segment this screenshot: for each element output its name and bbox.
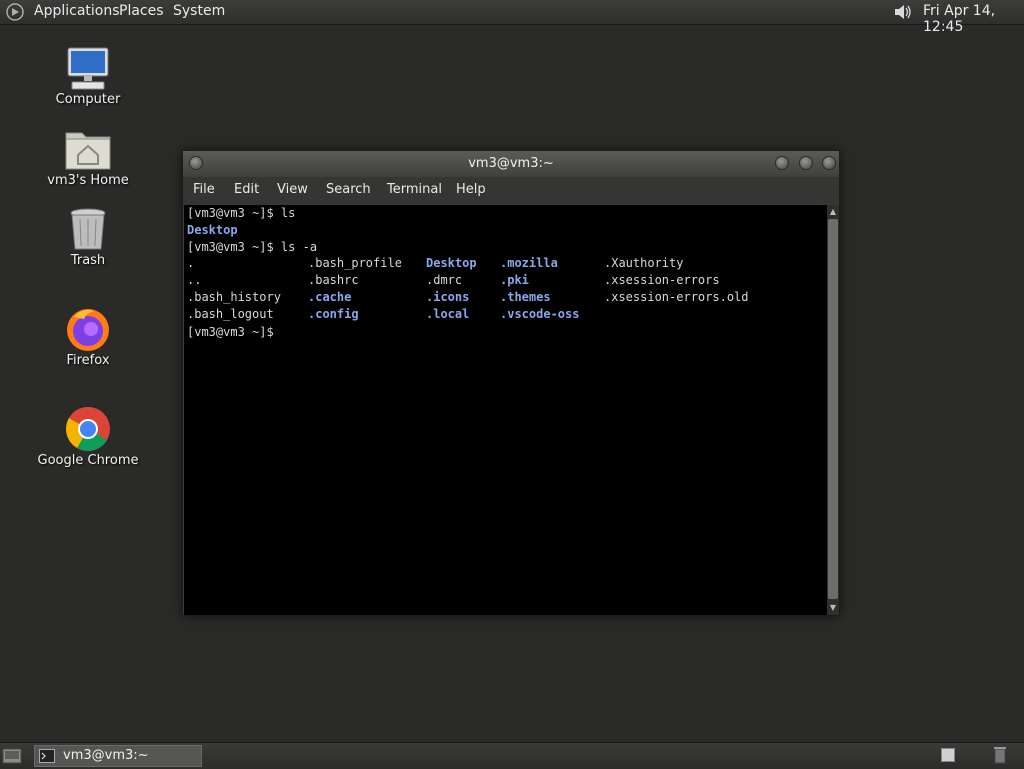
desktop-icon-label: Firefox bbox=[66, 353, 110, 368]
terminal-title: vm3@vm3:~ bbox=[468, 156, 554, 171]
desktop-icon-label: Trash bbox=[70, 253, 106, 268]
speaker-icon[interactable] bbox=[892, 2, 914, 22]
menu-places[interactable]: Places bbox=[119, 3, 164, 19]
taskbar-item-terminal[interactable]: vm3@vm3:~ bbox=[34, 745, 202, 767]
desktop-icon-label: vm3's Home bbox=[47, 173, 129, 188]
terminal-line: Desktop bbox=[187, 223, 238, 237]
prompt: [vm3@vm3 ~]$ bbox=[187, 325, 281, 339]
top-panel: Applications Places System Fri Apr 14, 1… bbox=[0, 0, 1024, 35]
ls-entry: .. bbox=[187, 273, 202, 287]
clock[interactable]: Fri Apr 14, 12:45 bbox=[923, 3, 1024, 35]
menu-system[interactable]: System bbox=[173, 3, 225, 19]
ls-entry: .bashrc bbox=[308, 273, 359, 287]
show-desktop-icon[interactable] bbox=[2, 747, 22, 765]
terminal-output[interactable]: [vm3@vm3 ~]$ ls Desktop [vm3@vm3 ~]$ ls … bbox=[184, 205, 827, 615]
menu-help[interactable]: Help bbox=[456, 182, 486, 197]
ls-entry: .dmrc bbox=[426, 273, 463, 287]
ls-entry: .bash_profile bbox=[308, 256, 402, 270]
terminal-line: [vm3@vm3 ~]$ bbox=[187, 324, 281, 341]
desktop-icon-label: Google Chrome bbox=[37, 453, 139, 468]
bottom-panel: vm3@vm3:~ bbox=[0, 742, 1024, 769]
menu-terminal[interactable]: Terminal bbox=[387, 182, 442, 197]
scroll-up-icon[interactable]: ▲ bbox=[828, 207, 838, 217]
terminal-line: [vm3@vm3 ~]$ ls bbox=[187, 205, 295, 222]
terminal-icon bbox=[39, 749, 55, 763]
terminal-scrollbar[interactable]: ▲ ▼ bbox=[827, 205, 839, 615]
terminal-menubar: File Edit View Search Terminal Help bbox=[183, 177, 839, 205]
ls-entry: .config bbox=[308, 307, 359, 321]
command: ls bbox=[280, 206, 296, 220]
terminal-window[interactable]: vm3@vm3:~ File Edit View Search Terminal… bbox=[182, 150, 840, 616]
computer-icon bbox=[67, 47, 109, 90]
menu-edit[interactable]: Edit bbox=[234, 182, 259, 197]
ls-entry: Desktop bbox=[426, 256, 477, 270]
scroll-down-icon[interactable]: ▼ bbox=[828, 603, 838, 613]
minimize-button[interactable] bbox=[775, 156, 789, 170]
scrollbar-thumb[interactable] bbox=[828, 219, 838, 599]
ls-entry: .cache bbox=[308, 290, 352, 304]
terminal-titlebar[interactable]: vm3@vm3:~ bbox=[183, 151, 839, 177]
menu-view[interactable]: View bbox=[277, 182, 308, 197]
menu-file[interactable]: File bbox=[193, 182, 215, 197]
workspace-switcher[interactable] bbox=[941, 748, 955, 762]
ls-entry: .xsession-errors.old bbox=[604, 290, 749, 304]
firefox-icon bbox=[67, 309, 109, 351]
ls-entry: .pki bbox=[500, 273, 529, 287]
prompt: [vm3@vm3 ~]$ bbox=[187, 206, 281, 220]
menu-search[interactable]: Search bbox=[326, 182, 371, 197]
ls-entry: .xsession-errors bbox=[604, 273, 720, 287]
menu-applications[interactable]: Applications bbox=[34, 3, 120, 19]
ls-entry: .vscode-oss bbox=[500, 307, 580, 321]
terminal-line: [vm3@vm3 ~]$ ls -a bbox=[187, 239, 317, 256]
chrome-icon bbox=[66, 407, 110, 451]
taskbar-item-label: vm3@vm3:~ bbox=[63, 748, 149, 763]
ls-entry: .mozilla bbox=[500, 256, 558, 270]
desktop-icon-label: Computer bbox=[55, 92, 121, 107]
trash-applet-icon[interactable] bbox=[994, 746, 1006, 764]
distro-logo-icon[interactable] bbox=[6, 3, 24, 21]
trash-icon bbox=[70, 208, 106, 250]
ls-entry: .themes bbox=[500, 290, 551, 304]
ls-entry: .bash_logout bbox=[187, 307, 274, 321]
prompt: [vm3@vm3 ~]$ bbox=[187, 240, 281, 254]
ls-entry: .Xauthority bbox=[604, 256, 684, 270]
home-folder-icon bbox=[65, 132, 111, 170]
close-button[interactable] bbox=[822, 156, 836, 170]
ls-entry: .icons bbox=[426, 290, 470, 304]
ls-entry: .bash_history bbox=[187, 290, 281, 304]
command: ls -a bbox=[280, 240, 318, 254]
ls-entry: .local bbox=[426, 307, 470, 321]
ls-entry: . bbox=[187, 256, 195, 270]
maximize-button[interactable] bbox=[799, 156, 813, 170]
